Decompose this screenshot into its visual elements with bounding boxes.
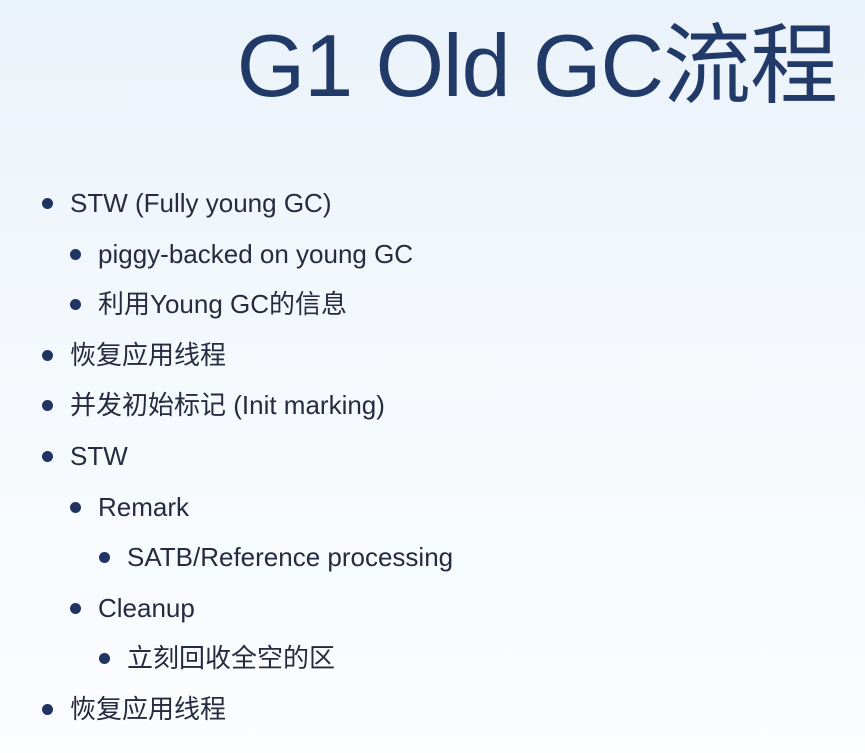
list-item-text: 恢复应用线程 [70, 339, 227, 370]
list-item: Remark [0, 482, 453, 533]
bullet-icon [99, 653, 110, 665]
bullet-icon [42, 400, 53, 412]
bullet-icon [70, 299, 81, 311]
bullet-list: STW (Fully young GC) piggy-backed on you… [0, 178, 453, 735]
list-item: piggy-backed on young GC [0, 229, 453, 280]
list-item-text: Remark [98, 491, 190, 522]
list-item-text: 立刻回收全空的区 [127, 643, 336, 674]
list-item-text: 并发初始标记 (Init marking) [70, 390, 385, 421]
list-item: Cleanup [0, 583, 453, 634]
list-item: 立刻回收全空的区 [0, 633, 453, 684]
bullet-icon [70, 501, 81, 513]
list-item: SATB/Reference processing [0, 532, 453, 583]
slide-title: G1 Old GC流程 [236, 16, 838, 115]
list-item: 恢复应用线程 [0, 330, 453, 381]
bullet-icon [42, 349, 53, 361]
bullet-icon [42, 198, 53, 209]
bullet-icon [70, 602, 81, 614]
list-item-text: STW (Fully young GC) [70, 188, 332, 218]
list-item: 利用Young GC的信息 [0, 279, 453, 330]
list-item: STW (Fully young GC) [0, 178, 453, 229]
list-item-text: SATB/Reference processing [127, 542, 454, 573]
list-item-text: Cleanup [98, 592, 195, 623]
list-item-text: 恢复应用线程 [70, 693, 227, 724]
bullet-icon [42, 703, 53, 715]
bullet-icon [99, 552, 110, 564]
list-item-text: 利用Young GC的信息 [98, 289, 348, 320]
list-item-text: STW [70, 440, 128, 471]
list-item: 并发初始标记 (Init marking) [0, 380, 453, 431]
bullet-icon [70, 248, 81, 260]
bullet-icon [42, 450, 53, 462]
list-item-text: piggy-backed on young GC [98, 238, 414, 269]
list-item: STW [0, 431, 453, 482]
list-item: 恢复应用线程 [0, 684, 453, 735]
